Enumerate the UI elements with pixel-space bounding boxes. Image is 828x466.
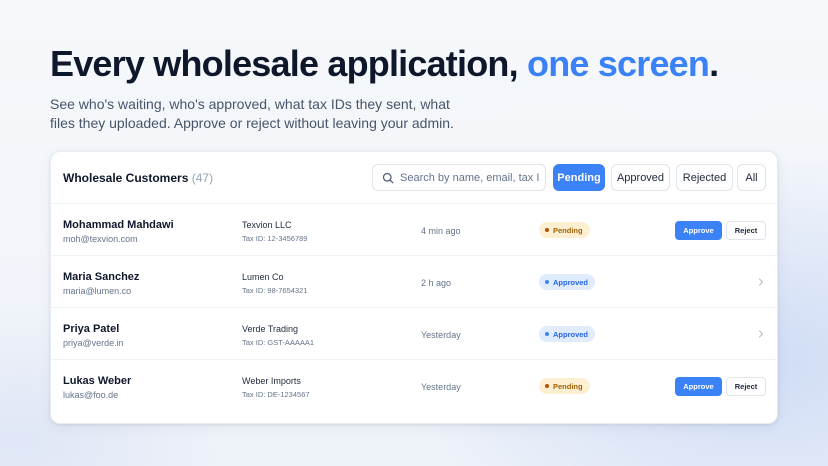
customer-row[interactable]: Priya Patel priya@verde.in Verde Trading… — [51, 308, 777, 360]
wholesale-customers-panel: Wholesale Customers (47) Pending Approve… — [50, 151, 778, 424]
submitted-time: 4 min ago — [421, 226, 461, 236]
filter-pending-button[interactable]: Pending — [553, 164, 605, 191]
hero-subtitle: See who's waiting, who's approved, what … — [50, 96, 454, 131]
filter-all-button[interactable]: All — [737, 164, 766, 191]
approve-button[interactable]: Approve — [675, 377, 722, 396]
status-label: Approved — [553, 329, 589, 339]
status-label: Approved — [553, 277, 589, 287]
reject-button[interactable]: Reject — [726, 377, 766, 396]
customer-row[interactable]: Mohammad Mahdawi moh@texvion.com Texvion… — [51, 204, 777, 256]
chevron-right-icon[interactable] — [756, 329, 766, 339]
customer-email: moh@texvion.com — [63, 234, 138, 244]
company-name: Lumen Co — [242, 272, 284, 282]
status-badge: Pending — [539, 222, 590, 238]
hero-title-main: Every wholesale application, — [50, 43, 527, 84]
customer-row[interactable]: Maria Sanchez maria@lumen.co Lumen Co Ta… — [51, 256, 777, 308]
customer-email: maria@lumen.co — [63, 286, 132, 296]
status-dot — [545, 280, 549, 284]
company-name: Weber Imports — [242, 376, 301, 386]
tax-id: Tax ID: 12-3456789 — [242, 234, 308, 243]
search-input[interactable] — [400, 171, 540, 184]
panel-header: Wholesale Customers (47) Pending Approve… — [51, 152, 777, 204]
status-dot — [545, 384, 549, 388]
customer-name: Maria Sanchez — [63, 271, 140, 283]
customer-email: lukas@foo.de — [63, 390, 119, 400]
customer-name: Mohammad Mahdawi — [63, 219, 174, 231]
search-icon — [382, 172, 394, 183]
customer-name: Priya Patel — [63, 323, 120, 335]
status-badge: Pending — [539, 378, 590, 394]
hero-title: Every wholesale application, one screen. — [50, 43, 719, 85]
search-box[interactable] — [372, 164, 546, 191]
hero-title-end: . — [709, 43, 719, 84]
filter-approved-button[interactable]: Approved — [611, 164, 670, 191]
status-badge: Approved — [539, 274, 596, 290]
status-label: Pending — [553, 381, 583, 391]
tax-id: Tax ID: 98-7654321 — [242, 286, 308, 295]
hero-title-accent: one screen — [527, 43, 710, 84]
status-badge: Approved — [539, 326, 596, 342]
submitted-time: 2 h ago — [421, 278, 452, 288]
reject-button[interactable]: Reject — [726, 221, 766, 240]
status-dot — [545, 228, 549, 232]
panel-title: Wholesale Customers (47) — [63, 171, 213, 185]
filter-rejected-button[interactable]: Rejected — [676, 164, 733, 191]
submitted-time: Yesterday — [421, 330, 461, 340]
chevron-right-icon[interactable] — [756, 277, 766, 287]
customer-email: priya@verde.in — [63, 338, 124, 348]
customer-name: Lukas Weber — [63, 375, 132, 387]
company-name: Texvion LLC — [242, 220, 292, 230]
status-label: Pending — [553, 225, 583, 235]
tax-id: Tax ID: GST-AAAAA1 — [242, 338, 315, 347]
customer-row[interactable]: Lukas Weber lukas@foo.de Weber Imports T… — [51, 360, 777, 412]
company-name: Verde Trading — [242, 324, 299, 334]
approve-button[interactable]: Approve — [675, 221, 722, 240]
submitted-time: Yesterday — [421, 382, 461, 392]
customer-count: (47) — [191, 171, 214, 185]
tax-id: Tax ID: DE-1234567 — [242, 390, 310, 399]
status-dot — [545, 332, 549, 336]
panel-title-text: Wholesale Customers — [63, 171, 189, 185]
